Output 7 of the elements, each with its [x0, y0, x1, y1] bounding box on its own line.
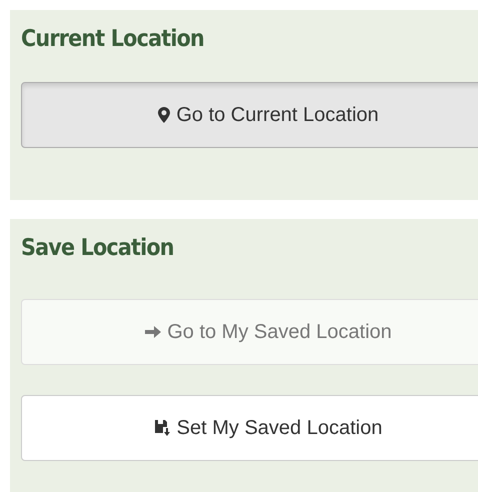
section-title: Save Location: [21, 234, 175, 263]
set-location-button[interactable]: Set My Saved Location: [21, 395, 478, 461]
map-pin-icon: [158, 107, 170, 123]
floppy-arrow-icon: [154, 420, 171, 436]
section-title: Current Location: [21, 25, 205, 54]
current-location-button[interactable]: Go to Current Location: [21, 82, 478, 148]
arrow-right-icon: [145, 325, 162, 339]
